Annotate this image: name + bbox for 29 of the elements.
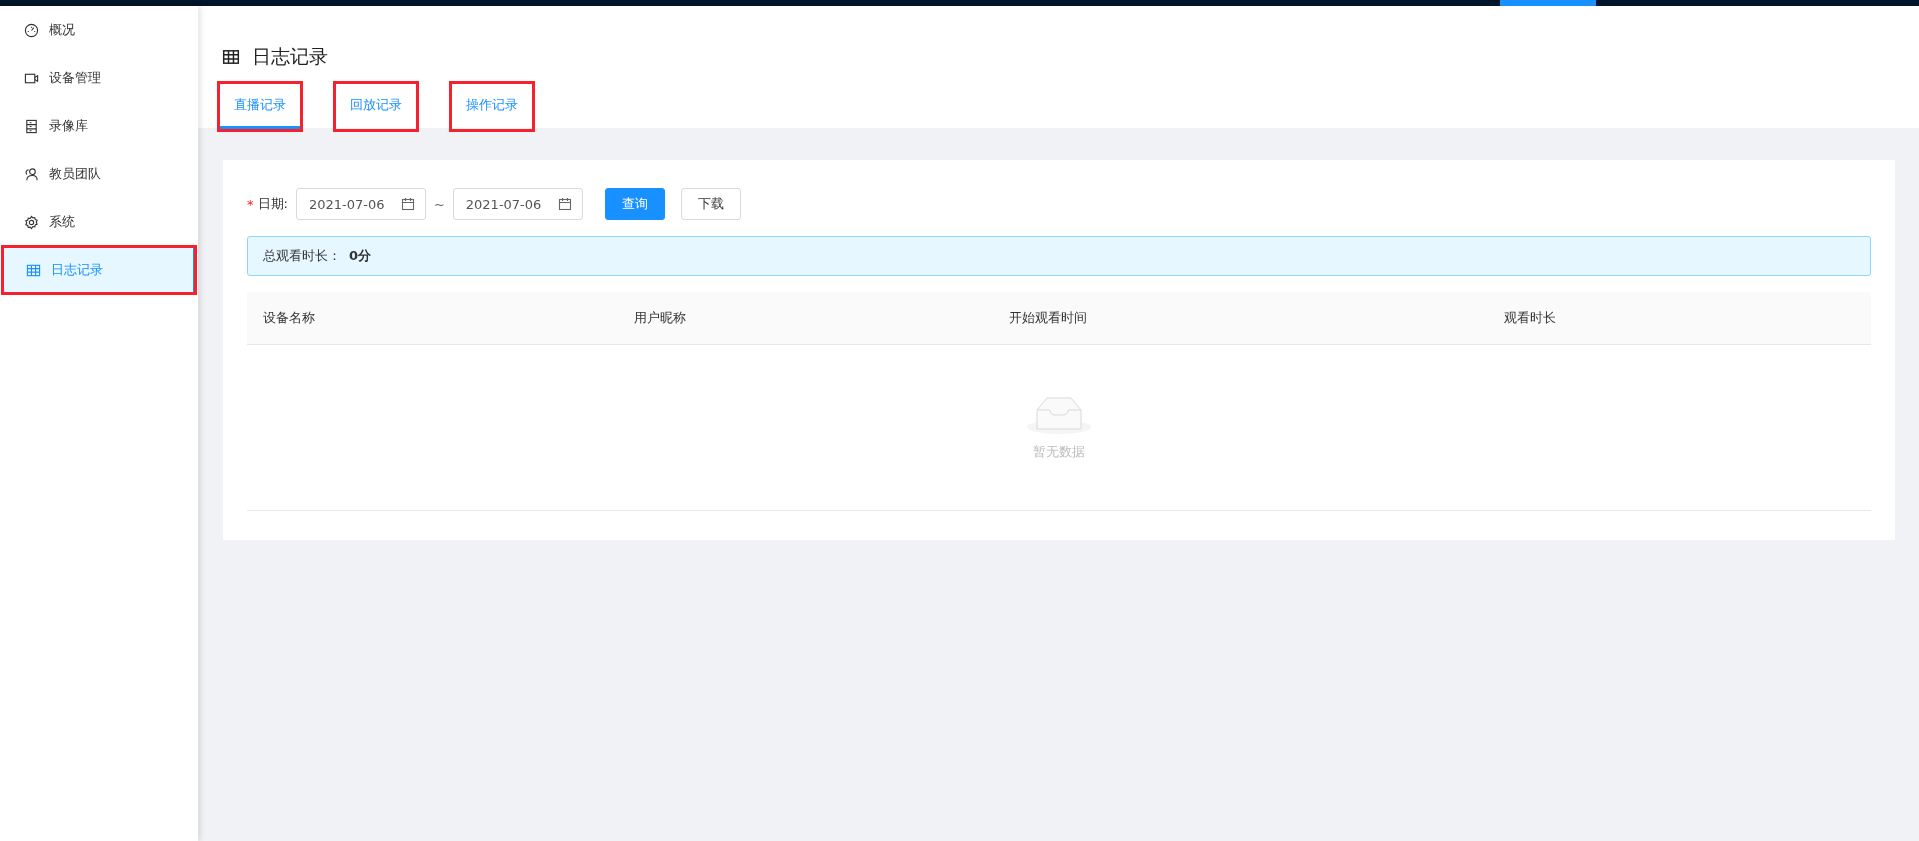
summary-value: 0分 — [349, 247, 372, 265]
column-header: 用户昵称 — [634, 309, 688, 327]
download-button[interactable]: 下载 — [680, 188, 741, 220]
page-title: 日志记录 — [252, 44, 328, 69]
sidebar-item[interactable]: 教员团队 — [0, 150, 198, 198]
summary-label: 总观看时长： — [263, 247, 341, 265]
top-bar-tab[interactable] — [1500, 0, 1596, 6]
empty-text: 暂无数据 — [1033, 443, 1085, 461]
sidebar-item[interactable]: 系统 — [0, 198, 198, 246]
range-separator: ~ — [433, 196, 445, 212]
table-icon — [222, 48, 240, 66]
table-icon — [26, 262, 41, 278]
empty-inbox-icon — [1027, 394, 1091, 435]
column-header: 开始观看时间 — [1009, 309, 1089, 327]
calendar-icon — [557, 197, 572, 211]
gauge-icon — [24, 22, 39, 38]
date-field[interactable]: 2021-07-06 — [295, 188, 426, 220]
date-label: 日期: — [257, 195, 288, 213]
sidebar-item[interactable]: 设备管理 — [0, 54, 198, 102]
calendar-icon — [400, 197, 415, 211]
sidebar-item[interactable]: 概况 — [0, 6, 198, 54]
gear-icon — [24, 214, 39, 230]
date-field[interactable]: 2021-07-06 — [452, 188, 583, 220]
people-icon — [24, 166, 39, 182]
column-header: 观看时长 — [1504, 309, 1558, 327]
sidebar-item[interactable]: 录像库 — [0, 102, 198, 150]
required-mark: * — [247, 196, 254, 212]
cabinet-icon — [24, 118, 39, 134]
column-header: 设备名称 — [263, 309, 316, 327]
